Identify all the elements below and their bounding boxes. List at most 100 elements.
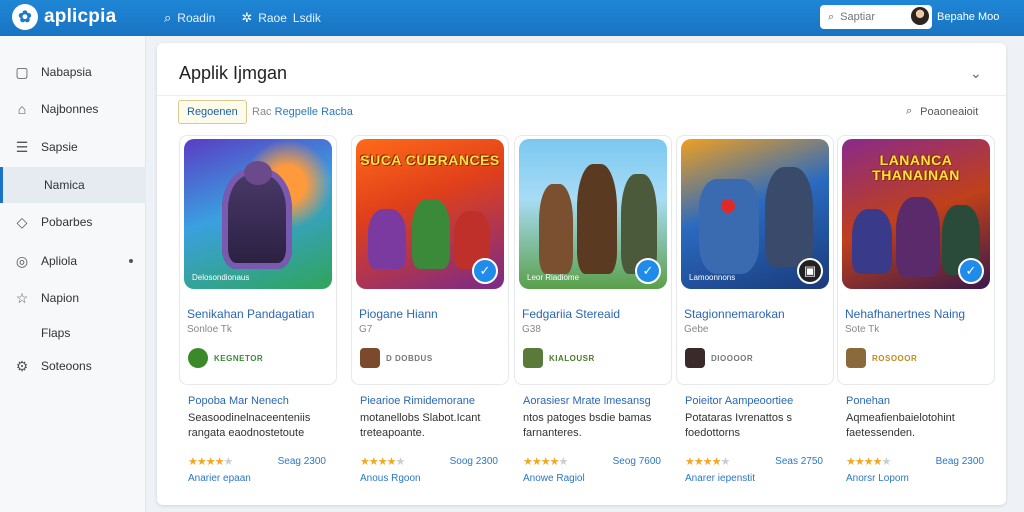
star-rating-icon: ★★★★★ — [188, 456, 233, 468]
description-body: Potataras Ivrenattos s foedottorns — [685, 412, 792, 439]
sidebar-item-label: Napion — [41, 291, 80, 305]
more-link[interactable]: Anorsr Lopom — [846, 473, 909, 484]
app-description: Piearioe Rimidemorane motanellobs Slabot… — [360, 395, 510, 441]
thumbnail-caption: Leor Riadiome — [527, 273, 580, 282]
star-icon: ☆ — [15, 289, 29, 306]
sidebar-item-flaps[interactable]: Flaps — [0, 315, 146, 351]
app-card[interactable]: Delosondionaus Senikahan Pandagatian Son… — [179, 135, 337, 385]
description-title[interactable]: Aorasiesr Mrate lmesansg — [523, 395, 673, 407]
sidebar-item-namica[interactable]: Namica — [0, 167, 146, 203]
app-name: aplicpia — [44, 6, 117, 27]
developer-icon — [846, 348, 866, 368]
app-badge-icon: ▣ — [797, 258, 823, 284]
character-figure — [765, 167, 813, 267]
character-figure — [539, 184, 573, 274]
app-thumbnail[interactable]: Leor Riadiome ✓ — [519, 139, 667, 289]
app-subtitle: G7 — [359, 324, 373, 335]
sidebar-item-sapsie[interactable]: ☰ Sapsie — [0, 129, 146, 165]
developer-name: DIOOOOR — [711, 354, 754, 363]
sidebar-item-soteoons[interactable]: ⚙ Soteoons — [0, 348, 146, 384]
developer-icon — [360, 348, 380, 368]
app-card[interactable]: Lamoonnons ▣ Stagionnemarokan Gebe DIOOO… — [676, 135, 834, 385]
rating-row: ★★★★★ Seog 7600 — [523, 455, 673, 468]
sidebar-item-label: Najbonnes — [41, 102, 99, 116]
sidebar-item-label: Flaps — [41, 326, 71, 340]
thumbnail-caption: Lamoonnons — [689, 273, 736, 282]
verified-badge-icon: ✓ — [958, 258, 984, 284]
description-title[interactable]: Ponehan — [846, 395, 996, 407]
toolbar-action-label: Poaoneaioit — [920, 105, 979, 118]
rating-count: Seog 7600 — [612, 456, 661, 467]
rating-row: ★★★★★ Soog 2300 — [360, 455, 510, 468]
breadcrumb-link[interactable]: Regpelle Racba — [275, 106, 353, 118]
verified-badge-icon: ✓ — [635, 258, 661, 284]
description-body: motanellobs Slabot.Icant treteapoante. — [360, 412, 481, 439]
description-title[interactable]: Popoba Mar Nenech — [188, 395, 338, 407]
more-link[interactable]: Anowe Ragiol — [523, 473, 585, 484]
app-description: Poieitor Aampeoortiee Potataras Ivrenatt… — [685, 395, 835, 441]
chevron-down-icon[interactable]: ⌄ — [970, 65, 982, 82]
developer-icon — [685, 348, 705, 368]
description-title[interactable]: Poieitor Aampeoortiee — [685, 395, 835, 407]
more-link[interactable]: Anarier epaan — [188, 473, 251, 484]
app-card[interactable]: LANANCA THANAINAN ✓ Nehafhanertnes Naing… — [837, 135, 995, 385]
star-rating-icon: ★★★★★ — [523, 456, 568, 468]
more-link[interactable]: Anous Rgoon — [360, 473, 421, 484]
character-figure — [852, 209, 892, 274]
rating-count: Soog 2300 — [449, 456, 498, 467]
sidebar-item-napion[interactable]: ☆ Napion — [0, 280, 146, 316]
sidebar-item-pobarbes[interactable]: ◇ Pobarbes — [0, 204, 146, 240]
description-body: Seasoodinelnaceenteniis rangata eaodnost… — [188, 412, 311, 439]
sidebar-item-apliola[interactable]: ◎ Apliola — [0, 243, 146, 279]
sidebar-item-najbonnes[interactable]: ⌂ Najbonnes — [0, 91, 146, 127]
app-logo[interactable]: ✿ aplicpia — [12, 4, 116, 30]
app-subtitle: G38 — [522, 324, 541, 335]
description-body: ntos patoges bsdie bamas farnanteres. — [523, 412, 652, 439]
verified-badge-icon: ✓ — [472, 258, 498, 284]
app-name[interactable]: Stagionnemarokan — [684, 307, 785, 321]
app-name[interactable]: Senikahan Pandagatian — [187, 307, 314, 321]
search-input[interactable] — [840, 11, 911, 23]
character-figure — [368, 209, 406, 269]
user-name[interactable]: Bepahe Moo — [937, 11, 999, 23]
app-thumbnail[interactable]: LANANCA THANAINAN ✓ — [842, 139, 990, 289]
app-name[interactable]: Fedgariia Stereaid — [522, 307, 620, 321]
sidebar-item-label: Sapsie — [41, 140, 78, 154]
sidebar-item-label: Nabapsia — [41, 65, 92, 79]
sidebar-item-label: Namica — [44, 178, 85, 192]
sparkle-icon: ✲ — [241, 10, 253, 25]
description-title[interactable]: Piearioe Rimidemorane — [360, 395, 510, 407]
filter-chip[interactable]: Regoenen — [178, 100, 247, 124]
developer-name: KEGNETOR — [214, 354, 264, 363]
app-name[interactable]: Nehafhanertnes Naing — [845, 307, 965, 321]
nav-item-3[interactable]: Lsdik — [293, 11, 321, 25]
rating-count: Seas 2750 — [775, 456, 823, 467]
sidebar-item-nabapsia[interactable]: ▢ Nabapsia — [0, 54, 146, 90]
divider — [157, 95, 1006, 96]
app-thumbnail[interactable]: Delosondionaus — [184, 139, 332, 289]
top-bar: ✿ aplicpia ⌕ Roadin ✲ Raoe Lsdik ⌕ Bepah… — [0, 0, 1024, 36]
app-description: Ponehan Aqmeafienbaielotohint faetessend… — [846, 395, 996, 441]
search-icon: ⌕ — [828, 10, 835, 23]
star-rating-icon: ★★★★★ — [846, 456, 891, 468]
star-rating-icon: ★★★★★ — [360, 456, 405, 468]
rating-row: ★★★★★ Beag 2300 — [846, 455, 996, 468]
app-thumbnail[interactable]: Lamoonnons ▣ — [681, 139, 829, 289]
toolbar-action[interactable]: ⌕ Poaoneaioit — [906, 105, 978, 118]
indicator-dot — [129, 259, 133, 263]
breadcrumb: Rac Regpelle Racba — [252, 106, 353, 118]
nav-item-1[interactable]: Roadin — [177, 11, 215, 25]
app-card[interactable]: Leor Riadiome ✓ Fedgariia Stereaid G38 K… — [514, 135, 672, 385]
main-panel: Applik Ijmgan ⌄ Regoenen Rac Regpelle Ra… — [157, 43, 1006, 505]
logo-icon: ✿ — [12, 4, 38, 30]
app-card[interactable]: SUCA CUBRANCES ✓ Piogane Hiann G7 D DOBD… — [351, 135, 509, 385]
more-link[interactable]: Anarer iepenstit — [685, 473, 755, 484]
developer-icon — [188, 348, 208, 368]
rating-row: ★★★★★ Seas 2750 — [685, 455, 835, 468]
app-thumbnail[interactable]: SUCA CUBRANCES ✓ — [356, 139, 504, 289]
app-name[interactable]: Piogane Hiann — [359, 307, 438, 321]
nav-item-2[interactable]: Raoe — [258, 11, 287, 25]
avatar[interactable] — [909, 5, 931, 27]
character-head — [244, 161, 272, 185]
top-nav: ⌕ Roadin ✲ Raoe Lsdik — [164, 10, 321, 26]
